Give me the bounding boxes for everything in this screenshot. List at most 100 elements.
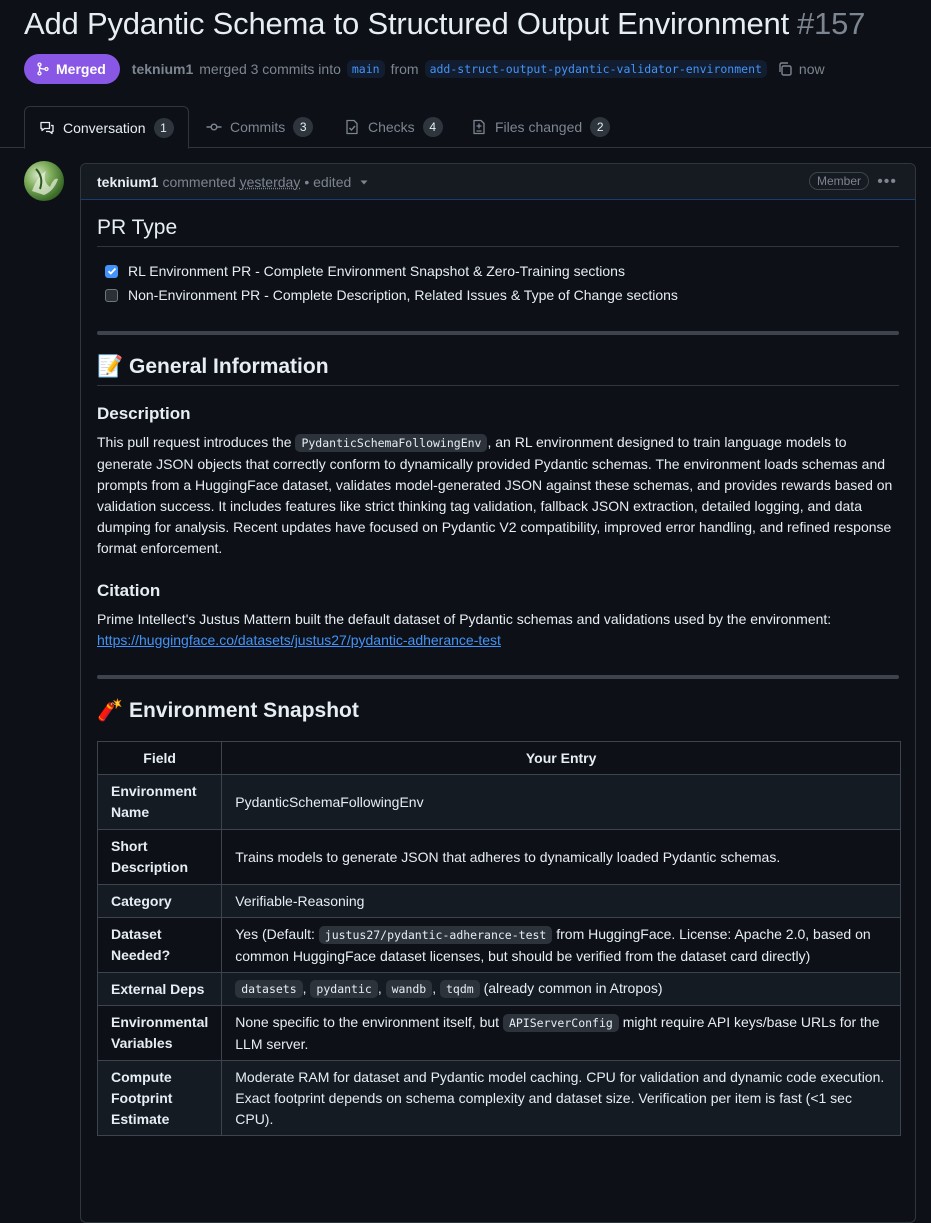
- env-class-code: PydanticSchemaFollowingEnv: [295, 434, 488, 452]
- tab-checks-label: Checks: [368, 119, 415, 135]
- checklist-icon: [346, 119, 358, 135]
- tab-conversation-count: 1: [153, 117, 174, 138]
- tab-files-changed-label: Files changed: [495, 119, 583, 135]
- copy-icon[interactable]: [777, 61, 793, 77]
- dep-code: datasets: [235, 980, 303, 998]
- pr-type-heading: PR Type: [97, 216, 899, 247]
- field-cell: Compute Footprint Estimate: [96, 1060, 223, 1136]
- table-row: Compute Footprint Estimate Moderate RAM …: [96, 1060, 901, 1136]
- from-text: from: [390, 61, 419, 77]
- avatar[interactable]: [24, 161, 64, 201]
- comment-timestamp-link[interactable]: yesterday: [240, 174, 301, 190]
- field-cell: Environment Name: [96, 774, 223, 830]
- edited-dropdown[interactable]: • edited: [304, 174, 369, 190]
- col-header-field: Field: [96, 741, 223, 775]
- dep-separator: ,: [302, 980, 307, 996]
- triangle-down-icon: [360, 180, 368, 184]
- env-snapshot-heading: 🧨 Environment Snapshot: [97, 699, 899, 729]
- table-row: Category Verifiable-Reasoning: [96, 884, 901, 918]
- checkbox-label-non-env: Non-Environment PR - Complete Descriptio…: [128, 287, 678, 303]
- kebab-horizontal-icon[interactable]: •••: [877, 173, 897, 191]
- description-text-post: , an RL environment designed to train la…: [97, 434, 893, 556]
- table-header-row: Field Your Entry: [96, 741, 901, 775]
- citation-paragraph: Prime Intellect's Justus Mattern built t…: [97, 609, 899, 651]
- tab-files-changed[interactable]: Files changed 2: [457, 106, 624, 148]
- table-row: Short Description Trains models to gener…: [96, 829, 901, 885]
- general-info-heading-text: General Information: [129, 355, 329, 378]
- pr-author-link[interactable]: teknium1: [132, 61, 193, 77]
- merged-state-badge: Merged: [24, 54, 120, 84]
- checkbox-row-non-env: Non-Environment PR - Complete Descriptio…: [105, 283, 899, 307]
- dep-code: tqdm: [440, 980, 480, 998]
- comment-author-link[interactable]: teknium1: [97, 174, 158, 190]
- col-header-entry: Your Entry: [221, 741, 901, 775]
- comment-header: teknium1 commented yesterday • edited Me…: [81, 164, 915, 200]
- git-merge-icon: [37, 62, 49, 76]
- entry-cell: Yes (Default: justus27/pydantic-adheranc…: [221, 917, 901, 973]
- tab-checks[interactable]: Checks 4: [330, 106, 457, 148]
- tab-commits[interactable]: Commits 3: [192, 106, 327, 148]
- comment-body: PR Type RL Environment PR - Complete Env…: [81, 200, 915, 1136]
- dep-code: pydantic: [310, 980, 378, 998]
- field-cell: Short Description: [96, 829, 223, 885]
- entry-cell: Verifiable-Reasoning: [221, 884, 901, 918]
- dataset-link[interactable]: https://huggingface.co/datasets/justus27…: [97, 632, 501, 648]
- file-diff-icon: [473, 119, 485, 135]
- pr-meta: Merged teknium1 merged 3 commits into ma…: [24, 54, 825, 84]
- base-branch-link[interactable]: main: [346, 60, 385, 78]
- citation-text: Prime Intellect's Justus Mattern built t…: [97, 611, 832, 627]
- table-row: Dataset Needed? Yes (Default: justus27/p…: [96, 917, 901, 973]
- env-snapshot-table: Field Your Entry Environment Name Pydant…: [96, 741, 901, 1136]
- pr-title-text: Add Pydantic Schema to Structured Output…: [24, 6, 790, 41]
- comment-discussion-icon: [40, 121, 54, 134]
- field-cell: External Deps: [96, 972, 223, 1006]
- entry-cell: None specific to the environment itself,…: [221, 1005, 901, 1061]
- tab-commits-count: 3: [293, 117, 314, 137]
- dataset-text-pre: Yes (Default:: [235, 925, 319, 942]
- citation-heading: Citation: [97, 581, 161, 600]
- field-cell: Category: [96, 884, 223, 918]
- member-role-badge: Member: [808, 172, 869, 190]
- edited-label: • edited: [304, 173, 352, 190]
- check-icon: [107, 267, 116, 275]
- description-text-pre: This pull request introduces the: [97, 434, 296, 450]
- env-vars-text-pre: None specific to the environment itself,…: [235, 1013, 503, 1030]
- entry-cell: Moderate RAM for dataset and Pydantic mo…: [221, 1060, 901, 1136]
- entry-cell: Trains models to generate JSON that adhe…: [221, 829, 901, 885]
- tab-conversation[interactable]: Conversation 1: [24, 106, 189, 149]
- checkbox-checked[interactable]: [105, 264, 118, 278]
- merge-time: now: [798, 61, 825, 77]
- merged-state-label: Merged: [56, 61, 106, 77]
- pr-title: Add Pydantic Schema to Structured Output…: [24, 6, 865, 42]
- dep-separator: ,: [377, 980, 382, 996]
- description-paragraph: This pull request introduces the Pydanti…: [97, 432, 899, 559]
- memo-icon: 📝: [97, 355, 124, 378]
- tab-conversation-label: Conversation: [63, 119, 146, 136]
- checkbox-unchecked[interactable]: [105, 288, 118, 302]
- dataset-code: justus27/pydantic-adherance-test: [318, 925, 553, 944]
- dep-separator: ,: [432, 980, 437, 996]
- firecracker-icon: 🧨: [97, 699, 124, 722]
- table-row: Environment Name PydanticSchemaFollowing…: [96, 774, 901, 830]
- entry-cell: PydanticSchemaFollowingEnv: [221, 774, 901, 830]
- description-heading: Description: [97, 404, 191, 423]
- pr-number: #157: [797, 6, 866, 41]
- tab-commits-label: Commits: [230, 119, 286, 135]
- commit-icon: [206, 123, 222, 131]
- head-branch-link[interactable]: add-struct-output-pydantic-validator-env…: [424, 60, 767, 78]
- api-config-code: APIServerConfig: [502, 1013, 619, 1032]
- pr-tabs: Conversation 1 Commits 3 Checks 4 Files …: [0, 106, 931, 149]
- table-row: Environmental Variables None specific to…: [96, 1005, 901, 1061]
- env-snapshot-heading-text: Environment Snapshot: [129, 699, 359, 722]
- field-cell: Dataset Needed?: [96, 917, 223, 973]
- checkbox-label-rl-env: RL Environment PR - Complete Environment…: [128, 263, 625, 279]
- checkbox-row-rl-env: RL Environment PR - Complete Environment…: [105, 259, 899, 283]
- deps-text-post: (already common in Atropos): [483, 980, 663, 996]
- general-info-heading: 📝 General Information: [97, 355, 899, 386]
- field-cell: Environmental Variables: [96, 1005, 223, 1061]
- tab-files-changed-count: 2: [590, 117, 611, 137]
- comment-action: commented: [162, 173, 236, 190]
- tab-checks-count: 4: [422, 117, 443, 137]
- table-row: External Deps datasets, pydantic, wandb,…: [96, 972, 901, 1006]
- dep-code: wandb: [385, 980, 433, 998]
